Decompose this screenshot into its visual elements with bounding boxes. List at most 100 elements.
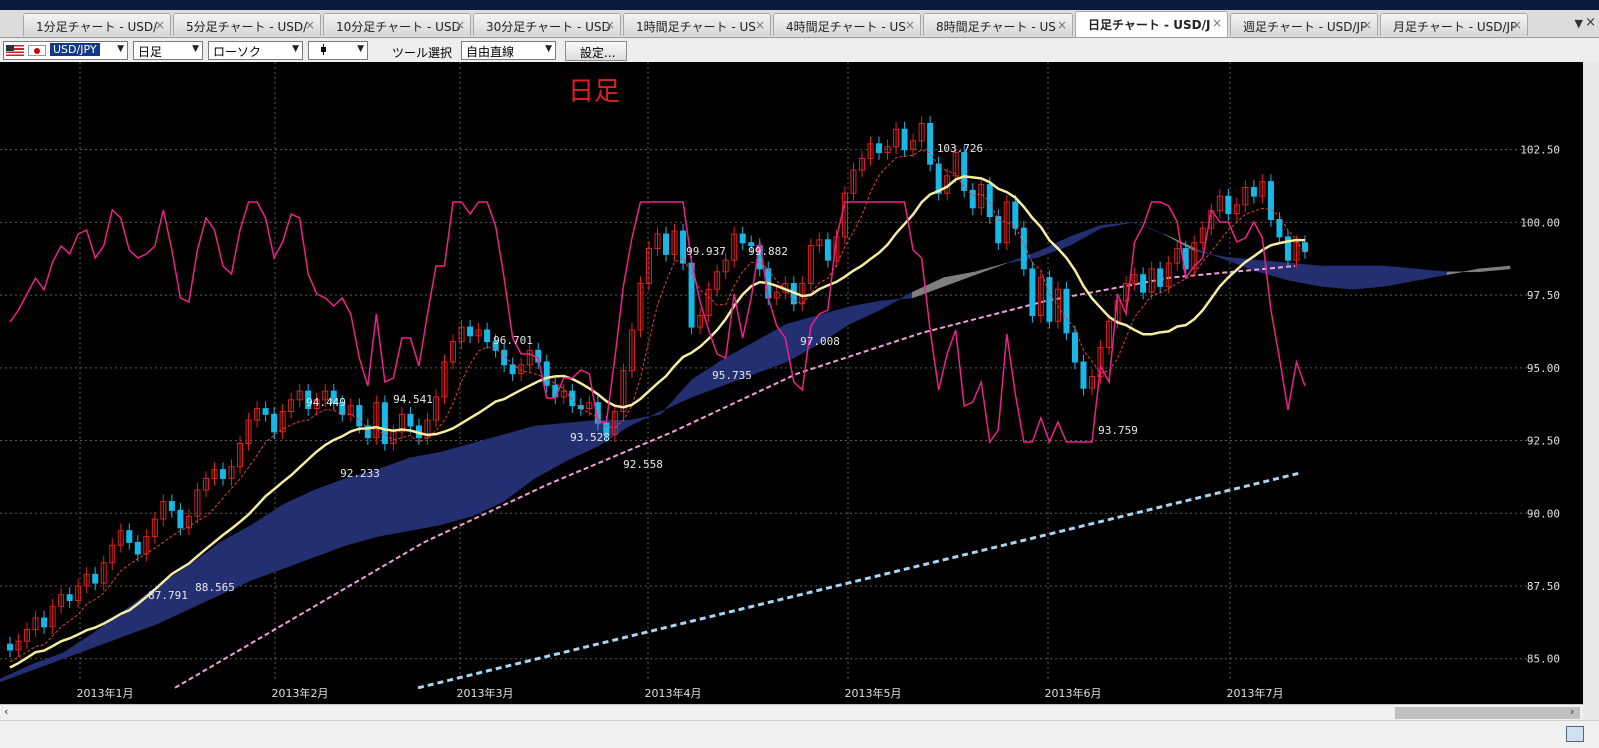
tab-label: 1分足チャート - USD/ [36,20,158,34]
x-axis-label: 2013年3月 [457,686,514,700]
chart-canvas: 103.726 99.937 99.882 96.701 94.449 94.541 92.… [0,62,1560,700]
tab-label: 月足チャート - USD/JP [1393,20,1518,34]
timeframe-select[interactable]: 日足 ▼ [133,41,203,60]
tab-label: 5分足チャート - USD/ [186,20,308,34]
close-tab-icon[interactable]: × [1212,16,1222,30]
ichimoku-cloud-segment [1446,268,1479,276]
candle-body [92,573,99,584]
price-annotation-label: 99.937 [686,245,726,258]
y-axis-tick-label: 102.50 [1520,144,1560,157]
chevron-down-icon: ▼ [117,44,124,54]
y-axis-tick-label: 100.00 [1520,216,1560,229]
us-flag-icon [6,45,24,56]
price-annotation-label: 94.449 [306,396,346,409]
tab-3[interactable]: 30分足チャート - USD × [473,13,621,36]
tab-label: 30分足チャート - USD [486,20,611,34]
chart-horizontal-scrollbar[interactable]: ‹ › [0,704,1583,721]
window-vertical-scrollbar[interactable] [1583,62,1599,720]
tab-6[interactable]: 8時間足チャート - US × [923,13,1073,36]
candle-body [824,239,831,261]
chart-timeframe-title: 日足 [568,77,620,107]
ichimoku-cloud-segment [188,541,221,610]
tab-label: 週足チャート - USD/JP [1243,20,1368,34]
ichimoku-cloud-segment [282,489,315,569]
ichimoku-cloud-segment [754,323,787,374]
price-chart[interactable]: 103.726 99.937 99.882 96.701 94.449 94.541 92.… [0,62,1599,704]
price-annotation-label: 93.528 [570,431,610,444]
tab-9[interactable]: 月足チャート - USD/JP × [1380,13,1528,36]
ichimoku-cloud-segment [1132,222,1165,235]
tab-8[interactable]: 週足チャート - USD/JP × [1230,13,1378,36]
y-axis-tick-label: 95.00 [1527,362,1560,375]
chart-type-select[interactable]: ローソク ▼ [208,41,303,60]
ichimoku-cloud-segment [628,411,661,427]
candle-body [1029,268,1036,316]
close-tab-icon[interactable]: × [155,18,165,32]
ichimoku-cloud-segment [471,434,504,517]
price-annotation-label: 94.541 [393,393,433,406]
tab-5[interactable]: 4時間足チャート - US × [773,13,921,36]
status-bar [0,720,1599,748]
price-annotation-label: 103.726 [937,142,983,155]
x-axis-label: 2013年7月 [1227,686,1284,700]
ichimoku-cloud-segment [1037,236,1070,258]
candle-body [126,530,133,543]
candle-body [134,541,141,555]
ichimoku-cloud-segment [377,457,410,537]
price-annotation-label: 92.233 [340,467,380,480]
draw-tool-value: 自由直線 [466,45,515,59]
ichimoku-cloud-segment [1383,265,1416,287]
x-axis-label: 2013年5月 [845,686,902,700]
close-tab-icon[interactable]: × [1057,18,1067,32]
scroll-left-icon[interactable]: ‹ [4,705,8,718]
tab-label: 4時間足チャート - US [786,20,906,34]
close-tab-icon[interactable]: × [455,18,465,32]
y-axis-tick-label: 90.00 [1527,507,1560,520]
ichimoku-cloud-segment [408,451,441,532]
ichimoku-cloud-segment [974,262,1007,276]
candle-body [927,122,934,165]
candle-body [381,402,388,444]
tab-1[interactable]: 5分足チャート - USD/× [173,13,321,36]
tab-7[interactable]: 日足チャート - USD/J × [1075,11,1228,37]
ichimoku-cloud-segment [503,425,536,503]
ichimoku-cloud-segment [660,378,693,416]
tab-4[interactable]: 1時間足チャート - US × [623,13,771,36]
candle-body [969,189,976,209]
candle-body [663,233,670,255]
tab-0[interactable]: 1分足チャート - USD/× [23,13,171,36]
close-tab-icon[interactable]: × [605,18,615,32]
close-tab-icon[interactable]: × [1512,18,1522,32]
close-window-icon[interactable]: × [1585,15,1596,30]
settings-button[interactable]: 設定... [565,41,627,61]
ichimoku-cloud-segment [1415,268,1448,281]
scrollbar-thumb[interactable] [1395,707,1580,719]
x-axis-label: 2013年6月 [1045,686,1102,700]
tab-2[interactable]: 10分足チャート - USD × [323,13,471,36]
symbol-select[interactable]: USD/JPY ▼ [3,41,128,60]
draw-tool-select[interactable]: 自由直線 ▼ [461,41,556,60]
ichimoku-cloud-segment [1321,265,1353,290]
close-tab-icon[interactable]: × [905,18,915,32]
timeframe-value: 日足 [138,45,163,59]
close-tab-icon[interactable]: × [305,18,315,32]
candle-body [739,233,746,244]
candle-body [543,361,550,386]
candle-body [1080,361,1087,389]
ichimoku-cloud-segment [345,469,378,546]
candle-body [901,128,908,151]
tab-list-menu-icon[interactable]: ▼ [1575,17,1583,30]
close-tab-icon[interactable]: × [755,18,765,32]
scroll-right-icon[interactable]: › [1570,705,1574,718]
ichimoku-cloud-segment [62,632,95,660]
price-annotation-label: 97.008 [800,335,840,348]
candle-body [1020,227,1027,270]
chevron-down-icon: ▼ [357,44,364,54]
candle-body [1276,218,1283,238]
close-tab-icon[interactable]: × [1362,18,1372,32]
chart-toolbar: USD/JPY ▼ 日足 ▼ ローソク ▼ ▼ ツール選択 自由直線 ▼ 設定.… [0,38,1599,62]
price-annotation-label: 88.565 [195,581,235,594]
trend-line [417,471,1303,690]
price-annotation-label: 87.791 [148,589,188,602]
candle-style-select[interactable]: ▼ [308,41,368,60]
